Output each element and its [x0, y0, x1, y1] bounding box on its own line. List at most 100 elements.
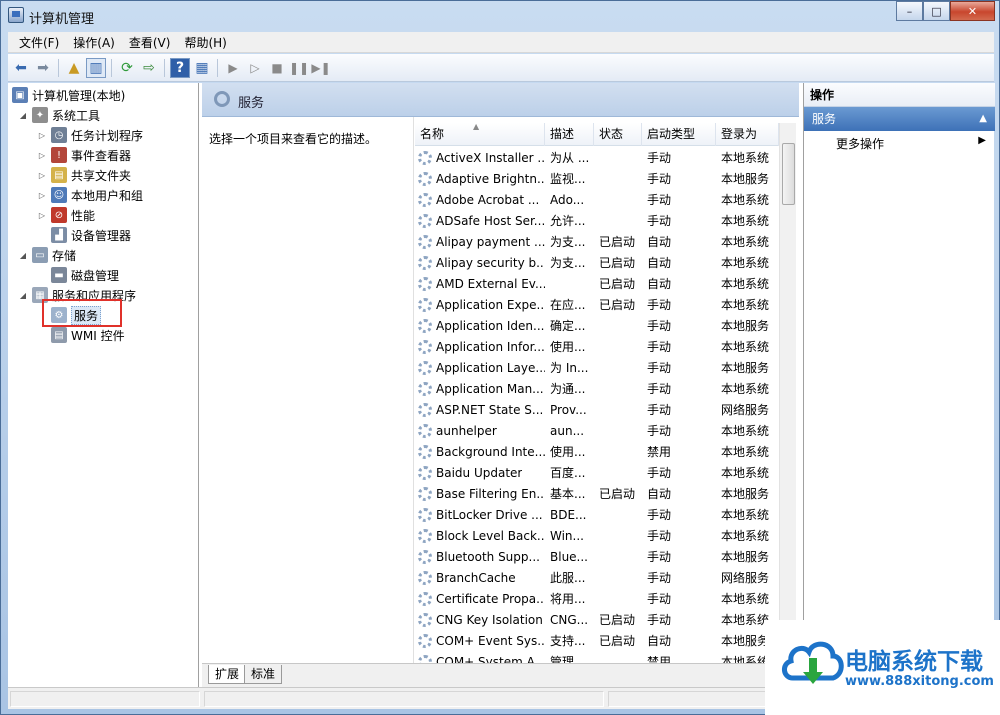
collapse-up-icon[interactable]: ▲	[979, 107, 987, 131]
service-row[interactable]: Application Laye... 为 In... 手动 本地服务	[415, 357, 779, 378]
back-arrow-icon[interactable]: ⬅	[11, 58, 31, 78]
service-row[interactable]: Base Filtering En... 基本... 已启动 自动 本地服务	[415, 483, 779, 504]
minimize-button[interactable]: –	[896, 1, 923, 21]
pause-service-icon[interactable]: ❚❚	[289, 58, 309, 78]
service-name-cell: Block Level Back...	[415, 528, 545, 543]
service-description: CNG...	[550, 612, 589, 627]
service-startup-type: 手动	[647, 592, 672, 606]
forward-arrow-icon[interactable]: ➡	[33, 58, 53, 78]
service-row[interactable]: BranchCache 此服... 手动 网络服务	[415, 567, 779, 588]
tab-extended[interactable]: 扩展	[208, 665, 247, 684]
export-list-icon[interactable]: ⇨	[139, 58, 159, 78]
start-service-alt-icon[interactable]: ▷	[245, 58, 265, 78]
service-row[interactable]: Application Man... 为通... 手动 本地系统	[415, 378, 779, 399]
service-row[interactable]: AMD External Ev... 已启动 自动 本地系统	[415, 273, 779, 294]
service-name-cell: CNG Key Isolation	[415, 612, 545, 627]
tree-event-viewer[interactable]: ▷ ! 事件查看器	[37, 145, 131, 165]
service-description: 将用...	[550, 592, 586, 606]
show-action-pane-icon[interactable]: ▦	[192, 58, 212, 78]
view-tabs: 扩展 标准	[202, 663, 799, 687]
collapse-icon[interactable]: ◢	[18, 251, 28, 260]
service-name-cell: Base Filtering En...	[415, 486, 545, 501]
tree-task-scheduler[interactable]: ▷ ◷ 任务计划程序	[37, 125, 143, 145]
service-logon-as: 本地系统	[721, 214, 770, 228]
service-row[interactable]: Certificate Propa... 将用... 手动 本地系统	[415, 588, 779, 609]
actions-section-services[interactable]: 服务 ▲	[804, 107, 995, 131]
navigation-tree: ▣ 计算机管理(本地) ◢ ✦ 系统工具 ▷ ◷ 任务计划程序 ▷ ! 事件查看…	[8, 83, 199, 687]
service-description: 使用...	[550, 340, 586, 354]
help-icon[interactable]: ?	[170, 57, 190, 78]
collapse-icon[interactable]: ◢	[18, 291, 28, 300]
tree-storage[interactable]: ◢ ▭ 存储	[18, 245, 76, 265]
service-row[interactable]: Bluetooth Supp... Blue... 手动 本地服务	[415, 546, 779, 567]
service-row[interactable]: aunhelper aun... 手动 本地系统	[415, 420, 779, 441]
service-row[interactable]: ActiveX Installer ... 为从 ... 手动 本地系统	[415, 147, 779, 168]
menu-help[interactable]: 帮助(H)	[177, 34, 233, 51]
up-folder-icon[interactable]: ▲	[64, 58, 84, 78]
scrollbar-thumb[interactable]	[782, 143, 795, 205]
service-row[interactable]: Alipay payment ... 为支... 已启动 自动 本地系统	[415, 231, 779, 252]
clock-icon: ◷	[51, 127, 67, 143]
service-row[interactable]: Block Level Back... Win... 手动 本地系统	[415, 525, 779, 546]
tree-performance[interactable]: ▷ ⊘ 性能	[37, 205, 95, 225]
expand-icon[interactable]: ▷	[37, 131, 47, 140]
tree-shared-folders[interactable]: ▷ ▤ 共享文件夹	[37, 165, 131, 185]
service-row[interactable]: ADSafe Host Ser... 允许... 手动 本地系统	[415, 210, 779, 231]
more-actions[interactable]: 更多操作 ▶	[836, 135, 986, 153]
tree-task-scheduler-label: 任务计划程序	[71, 128, 144, 143]
service-startup-type: 手动	[647, 361, 672, 375]
service-row[interactable]: BitLocker Drive ... BDE... 手动 本地系统	[415, 504, 779, 525]
expand-icon[interactable]: ▷	[37, 211, 47, 220]
tree-root[interactable]: ▣ 计算机管理(本地)	[12, 85, 125, 105]
actions-title: 操作	[804, 83, 995, 107]
service-logon-as: 本地系统	[721, 508, 770, 522]
tree-local-users[interactable]: ▷ ☺ 本地用户和组	[37, 185, 143, 205]
tree-system-tools[interactable]: ◢ ✦ 系统工具	[18, 105, 100, 125]
device-manager-icon: ▟	[51, 227, 67, 243]
menu-file[interactable]: 文件(F)	[12, 34, 66, 51]
service-row[interactable]: ASP.NET State S... Prov... 手动 网络服务	[415, 399, 779, 420]
service-logon-as: 本地服务	[721, 319, 770, 333]
service-row[interactable]: CNG Key Isolation CNG... 已启动 手动 本地系统	[415, 609, 779, 630]
service-row[interactable]: Application Infor... 使用... 手动 本地系统	[415, 336, 779, 357]
column-status[interactable]: 状态	[594, 123, 642, 146]
tab-standard[interactable]: 标准	[244, 665, 283, 684]
service-row[interactable]: Adaptive Brightn... 监视... 手动 本地服务	[415, 168, 779, 189]
service-row[interactable]: COM+ Event Sys... 支持... 已启动 自动 本地服务	[415, 630, 779, 651]
service-startup-type: 手动	[647, 382, 672, 396]
service-row[interactable]: COM+ System A... 管理... 禁用 本地系统	[415, 651, 779, 663]
service-row[interactable]: Application Expe... 在应... 已启动 手动 本地系统	[415, 294, 779, 315]
show-hide-tree-icon[interactable]: ▥	[86, 57, 106, 78]
expand-icon[interactable]: ▷	[37, 191, 47, 200]
computer-icon: ▣	[12, 87, 28, 103]
vertical-scrollbar[interactable]	[779, 123, 796, 663]
maximize-button[interactable]: □	[923, 1, 950, 21]
service-row[interactable]: Application Iden... 确定... 手动 本地服务	[415, 315, 779, 336]
column-startup-type[interactable]: 启动类型	[642, 123, 716, 146]
service-name: ADSafe Host Ser...	[436, 213, 545, 228]
service-startup-type: 手动	[647, 151, 672, 165]
service-name-cell: BranchCache	[415, 570, 545, 585]
tree-device-manager[interactable]: ▟ 设备管理器	[51, 225, 131, 245]
refresh-icon[interactable]: ⟳	[117, 58, 137, 78]
service-row[interactable]: Alipay security b... 为支... 已启动 自动 本地系统	[415, 252, 779, 273]
service-gear-icon	[418, 402, 432, 417]
column-description[interactable]: 描述	[545, 123, 594, 146]
service-row[interactable]: Adobe Acrobat ... Ado... 手动 本地系统	[415, 189, 779, 210]
stop-service-icon[interactable]: ■	[267, 58, 287, 78]
tree-performance-label: 性能	[71, 208, 96, 223]
close-button[interactable]: ✕	[950, 1, 995, 21]
column-logon-as[interactable]: 登录为	[716, 123, 779, 146]
column-name[interactable]: ▲ 名称	[415, 123, 545, 146]
start-service-icon[interactable]: ▶	[223, 58, 243, 78]
restart-service-icon[interactable]: ▶❚	[311, 58, 331, 78]
tree-wmi[interactable]: ▤ WMI 控件	[51, 325, 125, 345]
expand-icon[interactable]: ▷	[37, 171, 47, 180]
menu-action[interactable]: 操作(A)	[66, 34, 122, 51]
service-row[interactable]: Baidu Updater 百度... 手动 本地系统	[415, 462, 779, 483]
collapse-icon[interactable]: ◢	[18, 111, 28, 120]
tree-disk-management[interactable]: ▬ 磁盘管理	[51, 265, 119, 285]
expand-icon[interactable]: ▷	[37, 151, 47, 160]
service-row[interactable]: Background Inte... 使用... 禁用 本地系统	[415, 441, 779, 462]
menu-view[interactable]: 查看(V)	[122, 34, 178, 51]
